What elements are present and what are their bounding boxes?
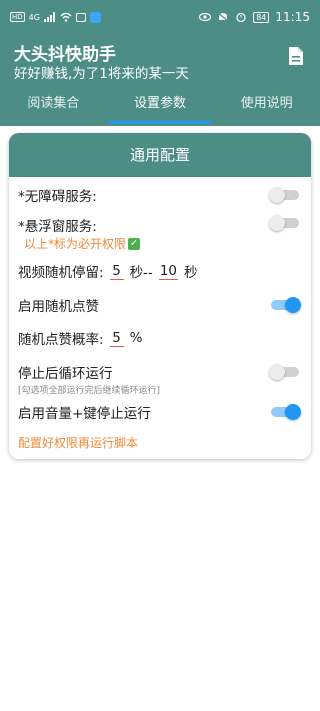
battery-icon: 84 [253, 11, 270, 23]
loop-run-row: 停止后循环运行 [18, 362, 301, 382]
random-like-label: 启用随机点赞 [18, 299, 99, 315]
clock-time: 11:15 [275, 10, 310, 24]
general-config-card: 通用配置 *无障碍服务: *悬浮窗服务: 以上*标为必开权限 ✓ 视频随机停留:… [9, 133, 311, 459]
stay-unit-text: 秒 [184, 265, 198, 281]
random-stay-row: 视频随机停留: 5 秒-- 10 秒 [18, 261, 301, 282]
search-app-icon [89, 11, 101, 23]
stay-max-input[interactable]: 10 [158, 263, 178, 280]
random-like-toggle[interactable] [269, 297, 301, 313]
stay-mid-text: 秒-- [129, 265, 153, 281]
signal-icon: 4G [28, 12, 40, 22]
app-bar: HD 4G 84 11:15 大头抖快助手 好好赚钱,为了1将来的某一天 阅读集… [0, 0, 320, 126]
accessibility-service-row: *无障碍服务: [18, 185, 301, 205]
mute-icon [217, 12, 229, 22]
message-icon [75, 12, 86, 22]
floating-window-toggle[interactable] [269, 215, 301, 231]
config-permission-note: 配置好权限再运行脚本 [18, 436, 139, 450]
permission-note-text: 以上*标为必开权限 [24, 237, 127, 251]
app-subtitle: 好好赚钱,为了1将来的某一天 [14, 66, 189, 82]
hd-indicator: HD [10, 12, 25, 22]
random-like-row: 启用随机点赞 [18, 295, 301, 315]
like-rate-input[interactable]: 5 [109, 330, 124, 347]
tab-instructions[interactable]: 使用说明 [213, 88, 320, 126]
loop-run-toggle[interactable] [269, 364, 301, 380]
volume-stop-row: 启用音量+键停止运行 [18, 402, 301, 422]
eye-icon [199, 12, 212, 22]
like-rate-label: 随机点赞概率: [18, 332, 104, 348]
loop-run-hint: [勾选项全部运行完后继续循环运行] [18, 386, 161, 396]
like-rate-row: 随机点赞概率: 5 % [18, 328, 301, 349]
floating-window-label: *悬浮窗服务: [18, 219, 97, 235]
volume-stop-label: 启用音量+键停止运行 [18, 406, 151, 422]
stay-min-input[interactable]: 5 [109, 263, 124, 280]
accessibility-service-label: *无障碍服务: [18, 189, 97, 205]
document-icon[interactable] [288, 46, 304, 66]
floating-window-row: *悬浮窗服务: [18, 215, 301, 235]
check-mark-icon: ✓ [128, 237, 141, 250]
tab-reading-collection[interactable]: 阅读集合 [0, 88, 107, 126]
permission-note: 以上*标为必开权限 ✓ [24, 235, 141, 252]
random-stay-label: 视频随机停留: [18, 265, 104, 281]
loop-run-label: 停止后循环运行 [18, 366, 113, 382]
tab-bar: 阅读集合 设置参数 使用说明 [0, 88, 320, 126]
tab-settings[interactable]: 设置参数 [107, 88, 214, 126]
accessibility-service-toggle[interactable] [269, 187, 301, 203]
wifi-icon [60, 12, 72, 22]
like-rate-unit: % [129, 330, 143, 346]
status-bar: HD 4G 84 11:15 [0, 0, 320, 34]
card-title: 通用配置 [9, 133, 311, 177]
signal-bars-icon [43, 12, 55, 22]
alarm-icon [236, 12, 246, 22]
volume-stop-toggle[interactable] [269, 404, 301, 420]
